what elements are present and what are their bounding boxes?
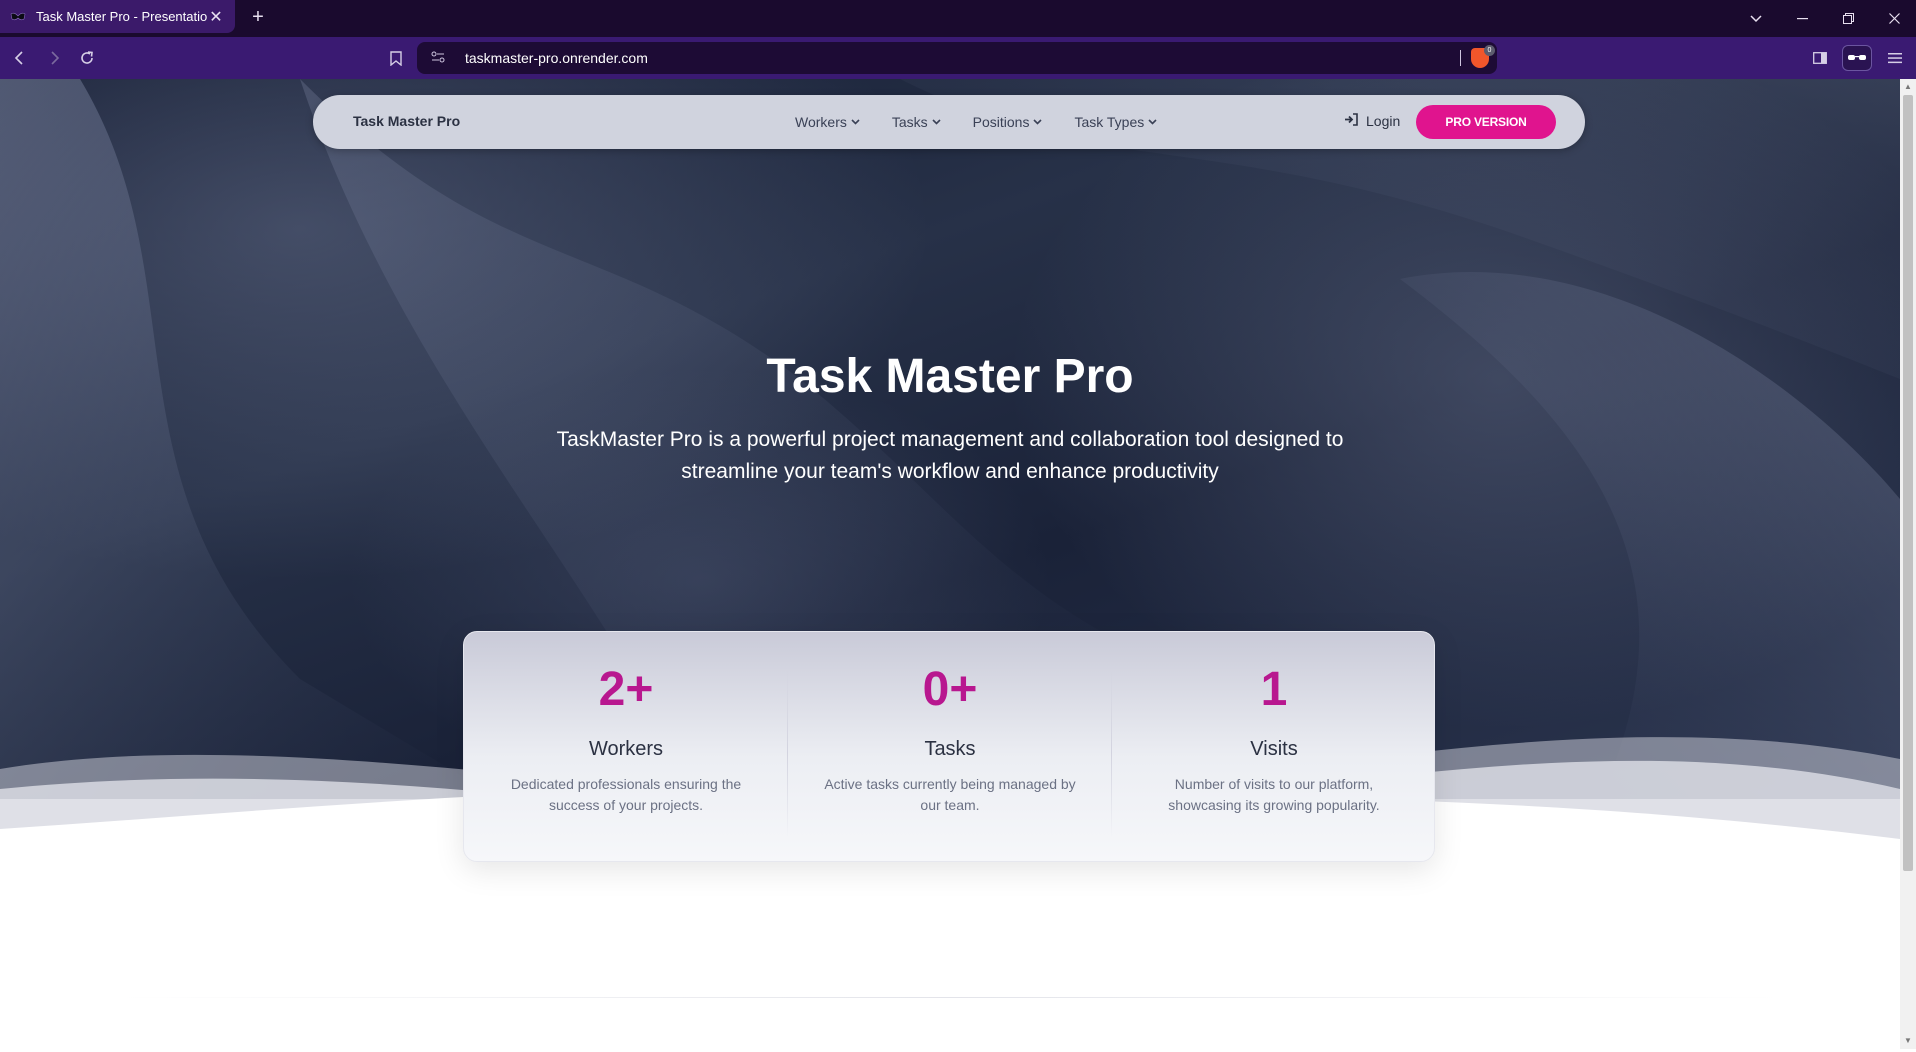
- page-scrollbar[interactable]: ▲ ▼: [1900, 79, 1916, 1049]
- nav-item-label: Task Types: [1074, 114, 1145, 130]
- pro-version-button[interactable]: PRO VERSION: [1416, 105, 1556, 139]
- minimize-icon[interactable]: [1779, 0, 1825, 37]
- hero-subtitle: TaskMaster Pro is a powerful project man…: [556, 428, 1344, 483]
- shield-count-badge: 0: [1484, 45, 1495, 56]
- nav-item-label: Tasks: [891, 114, 928, 130]
- bookmark-icon[interactable]: [383, 45, 409, 71]
- page-viewport: Task Master Pro Workers Tasks Positions: [0, 79, 1900, 1049]
- browser-toolbar: taskmaster-pro.onrender.com 0: [0, 37, 1916, 79]
- scroll-down-icon[interactable]: ▼: [1900, 1033, 1916, 1049]
- browser-tabbar: Task Master Pro - Presentation ✕ +: [0, 0, 1916, 37]
- sign-in-icon: [1344, 113, 1358, 129]
- stat-workers: 2+ Workers Dedicated professionals ensur…: [464, 632, 788, 863]
- stat-value: 2+: [598, 663, 654, 716]
- scroll-up-icon[interactable]: ▲: [1900, 79, 1916, 95]
- sidebar-toggle-icon[interactable]: [1805, 45, 1835, 71]
- tab-close-icon[interactable]: ✕: [207, 7, 225, 27]
- nav-item-label: Positions: [972, 114, 1030, 130]
- url-text[interactable]: taskmaster-pro.onrender.com: [465, 50, 648, 66]
- back-icon[interactable]: [7, 45, 33, 71]
- stat-visits: 1 Visits Number of visits to our platfor…: [1112, 632, 1436, 863]
- stat-label: Workers: [588, 738, 664, 760]
- stat-description: Active tasks currently being managed by …: [824, 776, 1076, 813]
- brave-shield-icon[interactable]: 0: [1471, 45, 1495, 68]
- new-tab-button[interactable]: +: [247, 5, 269, 29]
- stats-card: 2+ Workers Dedicated professionals ensur…: [463, 631, 1435, 862]
- nav-menu: Workers Tasks Positions Task Types: [795, 95, 1157, 149]
- stat-description: Number of visits to our platform, showca…: [1168, 776, 1380, 813]
- stat-value: 1: [1260, 663, 1288, 716]
- nav-item-task-types[interactable]: Task Types: [1074, 114, 1157, 130]
- stat-value: 0+: [922, 663, 978, 716]
- site-info-icon[interactable]: [431, 51, 451, 66]
- address-bar[interactable]: taskmaster-pro.onrender.com 0: [417, 42, 1497, 74]
- url-separator: [1460, 50, 1461, 66]
- hero-title: Task Master Pro: [766, 350, 1134, 403]
- browser-menu-icon[interactable]: [1880, 45, 1910, 71]
- restore-icon[interactable]: [1825, 0, 1871, 37]
- login-link[interactable]: Login: [1344, 113, 1400, 129]
- site-navbar: Task Master Pro Workers Tasks Positions: [313, 95, 1585, 149]
- chevron-down-icon: [932, 117, 941, 128]
- reading-mode-icon[interactable]: [1842, 45, 1872, 71]
- chevron-down-icon: [1033, 117, 1043, 128]
- reload-icon[interactable]: [74, 45, 100, 71]
- stat-tasks: 0+ Tasks Active tasks currently being ma…: [788, 632, 1112, 863]
- forward-icon[interactable]: [41, 45, 67, 71]
- chevron-down-icon: [851, 117, 860, 128]
- scrollbar-thumb[interactable]: [1903, 95, 1913, 871]
- section-divider: [120, 997, 1780, 998]
- nav-item-tasks[interactable]: Tasks: [892, 114, 941, 130]
- stat-label: Tasks: [924, 738, 976, 760]
- nav-item-workers[interactable]: Workers: [795, 114, 860, 130]
- site-brand[interactable]: Task Master Pro: [353, 113, 460, 129]
- close-window-icon[interactable]: [1871, 0, 1916, 37]
- chevron-down-icon: [1148, 117, 1157, 128]
- tab-search-icon[interactable]: [1733, 0, 1779, 37]
- nav-item-positions[interactable]: Positions: [973, 114, 1043, 130]
- login-label: Login: [1366, 113, 1401, 129]
- tab-title: Task Master Pro - Presentation: [36, 9, 207, 24]
- tab-favicon-icon: [10, 12, 26, 22]
- stat-description: Dedicated professionals ensuring the suc…: [510, 776, 742, 813]
- stat-label: Visits: [1250, 738, 1298, 760]
- nav-item-label: Workers: [795, 114, 847, 130]
- browser-tab[interactable]: Task Master Pro - Presentation ✕: [0, 0, 235, 33]
